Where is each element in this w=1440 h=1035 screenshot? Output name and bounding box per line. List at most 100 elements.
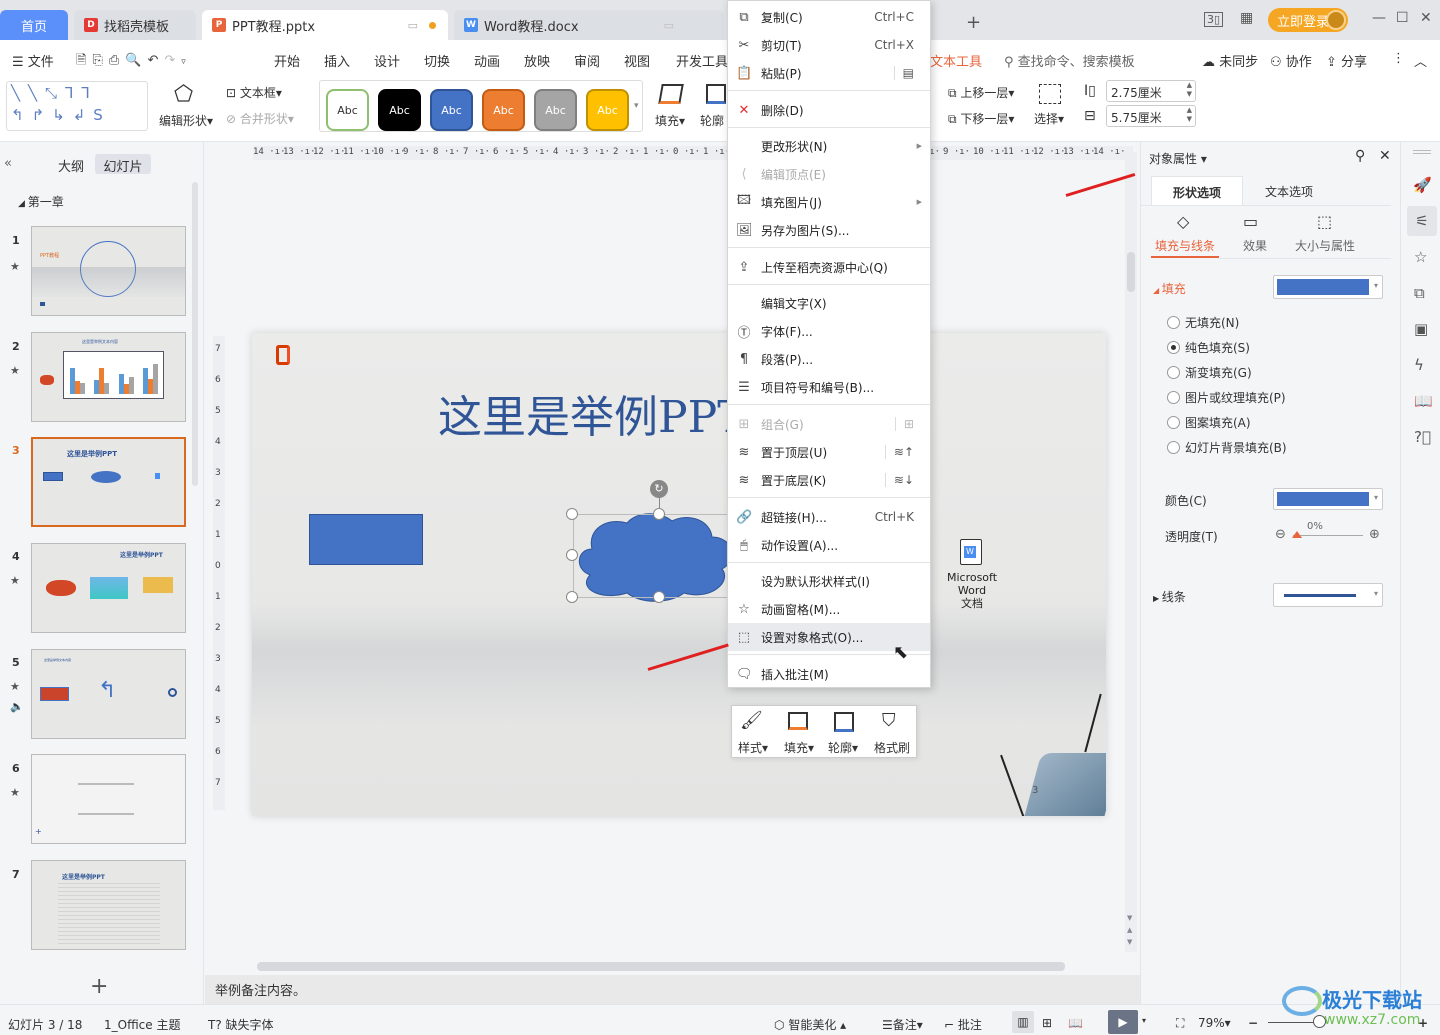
radio-solid-fill[interactable]: 纯色填充(S) xyxy=(1167,339,1250,356)
add-slide-button[interactable]: + xyxy=(90,974,108,999)
missing-font-button[interactable]: T? 缺失字体 xyxy=(208,1016,274,1033)
resize-handle[interactable] xyxy=(566,591,578,603)
line-section-header[interactable]: ▶ 线条 xyxy=(1153,588,1186,605)
close-panel-icon[interactable]: ✕ xyxy=(1379,148,1391,164)
tab-word-doc[interactable]: W Word教程.docx ▭ xyxy=(454,10,724,40)
tab-outline[interactable]: 大纲 xyxy=(58,156,84,175)
print-icon[interactable]: ⎙ xyxy=(109,53,125,68)
transition-icon[interactable]: ⧉ xyxy=(1414,284,1425,302)
bring-front-quick-icon[interactable]: ≋↑ xyxy=(884,445,914,459)
notes-text[interactable]: 举例备注内容。 xyxy=(215,984,306,999)
slide-thumbnail-selected[interactable]: 这里是举例PPT xyxy=(31,437,186,527)
slide-thumbnail[interactable]: PPT教程 xyxy=(31,226,186,316)
paste-special-icon[interactable]: ▤ xyxy=(893,66,914,80)
outline-button[interactable]: 轮廓 xyxy=(700,112,724,129)
transparency-slider[interactable] xyxy=(1293,535,1363,536)
fit-window-icon[interactable]: ⛶ xyxy=(1176,1016,1184,1031)
style-swatch[interactable]: Abc xyxy=(534,89,577,131)
notes-pane[interactable]: 举例备注内容。 xyxy=(205,975,1140,1004)
group-quick-icon[interactable]: ⊞ xyxy=(894,417,914,431)
fill-button[interactable]: 填充▾ xyxy=(655,112,685,129)
tab-ppt-doc[interactable]: P PPT教程.pptx ▭ xyxy=(202,10,448,40)
apps-grid-icon[interactable]: ▦ xyxy=(1240,10,1253,26)
increase-icon[interactable]: ⊕ xyxy=(1369,527,1380,542)
connector-gallery[interactable]: ╲╲⤡⅂⅂ ↰↱↳↲S xyxy=(6,81,148,131)
menu-set-default-style[interactable]: 设为默认形状样式(I) xyxy=(728,567,930,595)
subtab-fill-line[interactable]: 填充与线条 xyxy=(1155,237,1215,254)
line-style-picker[interactable]: ▾ xyxy=(1273,583,1383,607)
help-icon[interactable]: ?⃝ xyxy=(1414,428,1431,446)
style-swatch[interactable]: Abc xyxy=(430,89,473,131)
menu-hyperlink[interactable]: 🔗 超链接(H)... Ctrl+K xyxy=(728,503,930,531)
close-window-button[interactable]: ✕ xyxy=(1420,10,1432,26)
properties-icon[interactable]: ⚟ xyxy=(1407,206,1437,236)
menu-insert[interactable]: 插入 xyxy=(324,51,350,70)
send-backward-button[interactable]: ⧉ 下移一层▾ xyxy=(948,110,1014,127)
menu-review[interactable]: 审阅 xyxy=(574,51,600,70)
book-search-icon[interactable]: 📖 xyxy=(1414,392,1433,410)
zoom-slider[interactable] xyxy=(1268,1022,1318,1023)
zoom-level[interactable]: 79%▾ xyxy=(1198,1016,1231,1030)
menu-start[interactable]: 开始 xyxy=(274,51,300,70)
tab-home[interactable]: 首页 xyxy=(0,10,68,40)
select-button[interactable]: 选择▾ xyxy=(1034,110,1064,127)
menu-font[interactable]: Ⓣ 字体(F)... xyxy=(728,317,930,345)
panel-title[interactable]: 对象属性 ▾ xyxy=(1149,150,1207,167)
radio-picture-fill[interactable]: 图片或纹理填充(P) xyxy=(1167,389,1286,406)
menu-edit-points[interactable]: ⟨ 编辑顶点(E) xyxy=(728,160,930,188)
new-tab-button[interactable]: + xyxy=(966,12,981,33)
login-button[interactable]: 立即登录 xyxy=(1268,8,1348,32)
edit-shape-button[interactable]: 编辑形状▾ xyxy=(159,112,213,129)
fill-color-picker[interactable]: ▾ xyxy=(1273,275,1383,299)
shape-height-input[interactable]: 2.75厘米 ▲ ▼ xyxy=(1106,80,1196,102)
drag-handle[interactable] xyxy=(1413,150,1431,154)
radio-gradient-fill[interactable]: 渐变填充(G) xyxy=(1167,364,1252,381)
slide-thumbnail[interactable]: 这里是举例文本内容 ↰ xyxy=(31,649,186,739)
preview-icon[interactable]: 🔍 xyxy=(125,53,147,68)
collab-button[interactable]: ⚇ 协作 xyxy=(1270,51,1312,70)
zoom-out-icon[interactable]: − xyxy=(1248,1016,1258,1030)
bring-forward-button[interactable]: ⧉ 上移一层▾ xyxy=(948,84,1014,101)
pin-icon[interactable]: ⚲ xyxy=(1355,148,1365,164)
horizontal-scrollbar[interactable] xyxy=(215,960,1125,972)
scrollbar-thumb[interactable] xyxy=(1127,252,1135,292)
sync-status[interactable]: ☁ 未同步 xyxy=(1202,51,1258,70)
menu-animation[interactable]: 动画 xyxy=(474,51,500,70)
mini-style-button[interactable]: 样式▾ xyxy=(738,739,768,756)
slide-thumbnail[interactable]: 这里是举例文本内容 xyxy=(31,332,186,422)
menu-animation-pane[interactable]: ☆ 动画窗格(M)... xyxy=(728,595,930,623)
resize-handle[interactable] xyxy=(566,508,578,520)
menu-edit-text[interactable]: 编辑文字(X) xyxy=(728,289,930,317)
menu-change-shape[interactable]: 更改形状(N) ▶ xyxy=(728,132,930,160)
rocket-icon[interactable]: 🚀 xyxy=(1413,176,1432,194)
slide-thumbnail[interactable]: + xyxy=(31,754,186,844)
rotate-handle-icon[interactable]: ↻ xyxy=(650,480,668,498)
menu-slideshow[interactable]: 放映 xyxy=(524,51,550,70)
redo-icon[interactable]: ↷ xyxy=(164,53,181,68)
export-icon[interactable]: ⎘ xyxy=(92,53,108,68)
tab-slides[interactable]: 幻灯片 xyxy=(95,154,151,175)
template-icon[interactable]: ▣ xyxy=(1414,320,1428,338)
word-object-icon[interactable]: W xyxy=(960,539,982,565)
lightning-icon[interactable]: ϟ xyxy=(1414,356,1424,374)
menu-paste[interactable]: 📋 粘贴(P) ▤ xyxy=(728,59,930,87)
radio-pattern-fill[interactable]: 图案填充(A) xyxy=(1167,414,1251,431)
vertical-scrollbar[interactable]: ▼ ▲ ▼ xyxy=(1125,152,1137,952)
style-swatch[interactable]: Abc xyxy=(326,89,369,131)
style-swatch[interactable]: Abc xyxy=(482,89,525,131)
gallery-more-icon[interactable]: ▾ xyxy=(634,101,639,111)
tab-text-options[interactable]: 文本选项 xyxy=(1265,183,1313,200)
slide-thumbnail[interactable]: 这里是举例PPT xyxy=(31,860,186,950)
mini-fill-button[interactable]: 填充▾ xyxy=(784,739,814,756)
more-icon[interactable]: ▿ xyxy=(181,57,192,67)
merge-shape-button[interactable]: ⊘ 合并形状▾ xyxy=(226,110,294,127)
slider-handle[interactable] xyxy=(1292,531,1302,538)
menu-text-tool[interactable]: 文本工具 xyxy=(930,51,982,70)
current-slide[interactable]: 这里是举例PPT ↻ W Microsoft Word 文档 3 xyxy=(252,333,1106,816)
subtab-effect[interactable]: 效果 xyxy=(1243,237,1267,254)
menu-copy[interactable]: ⧉ 复制(C) Ctrl+C xyxy=(728,3,930,31)
resize-handle[interactable] xyxy=(653,591,665,603)
slide-title[interactable]: 这里是举例PPT xyxy=(438,381,747,445)
menu-upload[interactable]: ⇪ 上传至稻壳资源中心(Q) xyxy=(728,253,930,281)
textbox-button[interactable]: ⊡ 文本框▾ xyxy=(226,84,282,101)
